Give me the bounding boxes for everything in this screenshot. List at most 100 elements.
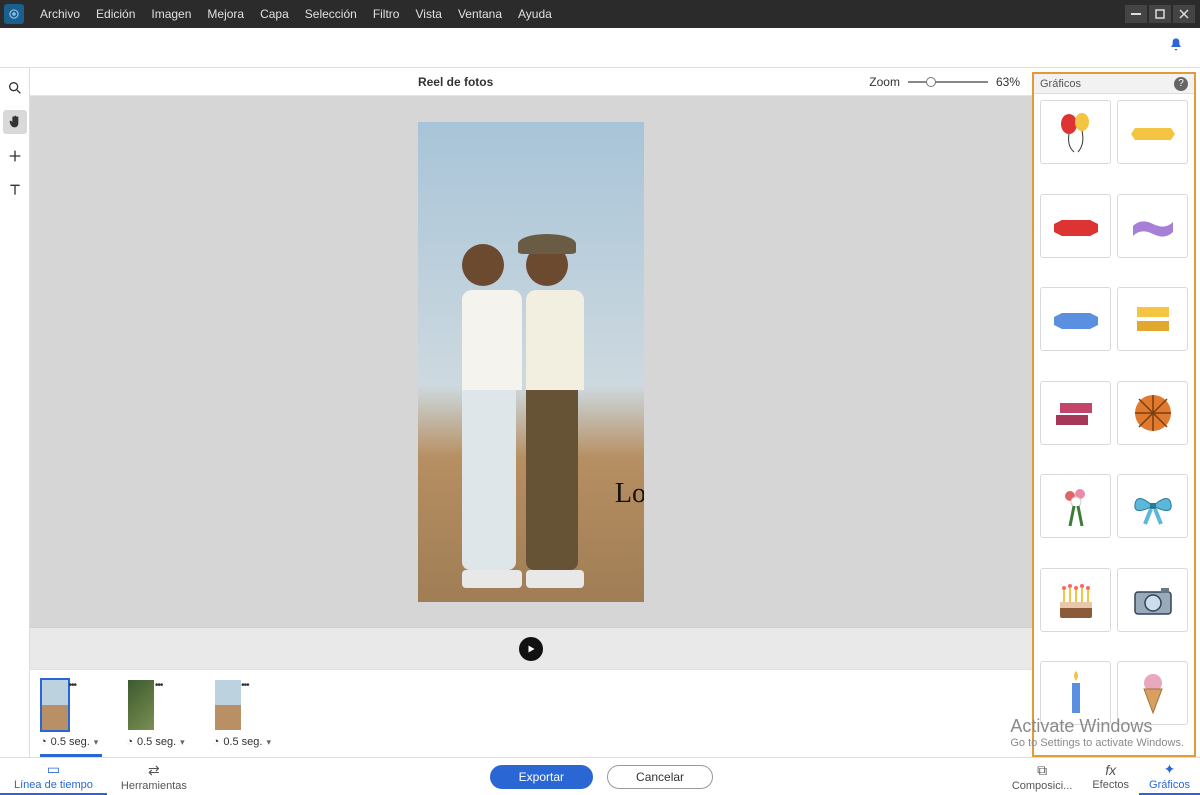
tool-strip (0, 68, 30, 757)
add-tool[interactable] (3, 144, 27, 168)
tab-label: Herramientas (121, 780, 187, 792)
sticker-bow-blue[interactable] (1117, 474, 1188, 538)
clip-1-duration[interactable]: ◔ 0.5 seg. ▾ (40, 736, 98, 748)
photo-preview[interactable]: Lo (418, 122, 644, 602)
export-button[interactable]: Exportar (490, 765, 593, 789)
clock-icon: ◔ (213, 736, 220, 748)
zoom-tool[interactable] (3, 76, 27, 100)
effects-icon: fx (1105, 762, 1116, 778)
text-tool[interactable] (3, 178, 27, 202)
close-icon (1179, 9, 1189, 19)
clip-3-duration[interactable]: ◔ 0.5 seg. ▾ (213, 736, 271, 748)
clip-handle-icon[interactable]: ••• (241, 680, 249, 691)
menu-capa[interactable]: Capa (252, 0, 297, 28)
center-column: Reel de fotos Zoom 63% (30, 68, 1032, 757)
sticker-ribbon-purple[interactable] (1117, 194, 1188, 258)
sticker-basketball[interactable] (1117, 381, 1188, 445)
tab-compose[interactable]: ⧉ Composici... (1002, 758, 1083, 795)
menu-edicion[interactable]: Edición (88, 0, 143, 28)
menu-label: Filtro (373, 7, 400, 21)
tab-label: Efectos (1092, 779, 1129, 791)
sticker-bouquet[interactable] (1040, 474, 1111, 538)
tab-tools[interactable]: ⇄ Herramientas (107, 758, 201, 795)
notifications-icon[interactable] (1168, 37, 1184, 58)
sticker-ribbon-yellow[interactable] (1117, 100, 1188, 164)
menu-mejora[interactable]: Mejora (199, 0, 252, 28)
bottom-bar: ▭ Línea de tiempo ⇄ Herramientas Exporta… (0, 757, 1200, 795)
help-icon[interactable]: ? (1174, 77, 1188, 91)
menu-label: Vista (415, 7, 441, 21)
zoom-label: Zoom (869, 75, 900, 89)
workspace: Reel de fotos Zoom 63% (0, 68, 1200, 757)
sticker-candle[interactable] (1040, 661, 1111, 725)
canvas-area[interactable]: Lo (30, 96, 1032, 627)
menu-label: Mejora (207, 7, 244, 21)
clock-icon: ◔ (40, 736, 47, 748)
duration-label: 0.5 seg. (223, 736, 262, 748)
app-logo (4, 4, 24, 24)
cancel-button[interactable]: Cancelar (607, 765, 713, 789)
menu-label: Imagen (151, 7, 191, 21)
tab-label: Línea de tiempo (14, 779, 93, 791)
compose-icon: ⧉ (1037, 762, 1047, 779)
canvas-header: Reel de fotos Zoom 63% (30, 68, 1032, 96)
hand-tool[interactable] (3, 110, 27, 134)
duration-label: 0.5 seg. (137, 736, 176, 748)
tab-label: Composici... (1012, 780, 1073, 792)
text-icon (7, 182, 23, 198)
chevron-down-icon: ▾ (266, 737, 271, 748)
tab-effects[interactable]: fx Efectos (1082, 758, 1139, 795)
tab-graphics[interactable]: ✦ Gráficos (1139, 758, 1200, 795)
zoom-value: 63% (996, 75, 1020, 89)
sticker-ribbon-red[interactable] (1040, 194, 1111, 258)
minimize-icon (1131, 9, 1141, 19)
playbar (30, 627, 1032, 669)
menu-imagen[interactable]: Imagen (143, 0, 199, 28)
menubar: Archivo Edición Imagen Mejora Capa Selec… (0, 0, 1200, 28)
menu-ventana[interactable]: Ventana (450, 0, 510, 28)
sticker-ribbon-blue[interactable] (1040, 287, 1111, 351)
menu-ayuda[interactable]: Ayuda (510, 0, 560, 28)
maximize-icon (1155, 9, 1165, 19)
sticker-balloons[interactable] (1040, 100, 1111, 164)
sticker-camera[interactable] (1117, 568, 1188, 632)
menu-vista[interactable]: Vista (407, 0, 449, 28)
graphics-panel: Gráficos ? (1032, 72, 1196, 757)
play-button[interactable] (519, 637, 543, 661)
plus-icon (7, 148, 23, 164)
sticker-ribbon-gold-folded[interactable] (1117, 287, 1188, 351)
timeline-icon: ▭ (47, 761, 60, 778)
tab-timeline[interactable]: ▭ Línea de tiempo (0, 758, 107, 795)
clip-3[interactable]: ••• (213, 678, 243, 732)
menu-seleccion[interactable]: Selección (297, 0, 365, 28)
graphics-panel-header: Gráficos ? (1034, 74, 1194, 94)
tab-label: Gráficos (1149, 779, 1190, 791)
graphics-panel-title: Gráficos (1040, 78, 1081, 90)
button-label: Cancelar (636, 770, 684, 784)
close-button[interactable] (1173, 5, 1195, 23)
minimize-button[interactable] (1125, 5, 1147, 23)
overlay-text: Lo (615, 478, 644, 510)
chevron-down-icon: ▾ (94, 737, 99, 748)
clip-handle-icon[interactable]: ••• (155, 680, 163, 691)
maximize-button[interactable] (1149, 5, 1171, 23)
menu-filtro[interactable]: Filtro (365, 0, 408, 28)
zoom-slider[interactable] (908, 81, 988, 83)
sticker-birthday-cake[interactable] (1040, 568, 1111, 632)
menu-label: Archivo (40, 7, 80, 21)
graphics-icon: ✦ (1164, 761, 1176, 778)
menu-archivo[interactable]: Archivo (32, 0, 88, 28)
clip-2[interactable]: ••• (126, 678, 156, 732)
clip-1[interactable]: ••• (40, 678, 70, 732)
graphics-grid[interactable] (1034, 94, 1194, 755)
sticker-ice-cream-cone[interactable] (1117, 661, 1188, 725)
zoom-thumb[interactable] (926, 77, 936, 87)
duration-label: 0.5 seg. (51, 736, 90, 748)
clip-2-duration[interactable]: ◔ 0.5 seg. ▾ (126, 736, 184, 748)
clip-handle-icon[interactable]: ••• (68, 680, 76, 691)
button-label: Exportar (519, 770, 564, 784)
zoom-control[interactable]: Zoom 63% (869, 75, 1020, 89)
subbar (0, 28, 1200, 68)
person-right (526, 244, 584, 588)
sticker-ribbon-pink-folded[interactable] (1040, 381, 1111, 445)
